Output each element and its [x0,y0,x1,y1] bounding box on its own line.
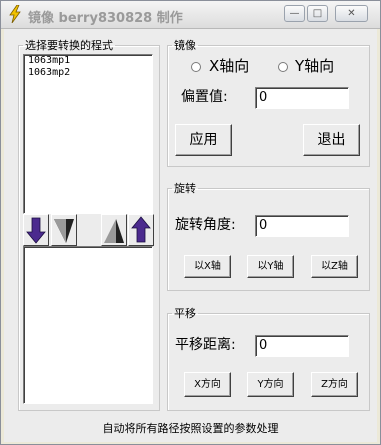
window-title: 镜像 berry830828 制作 [28,11,183,26]
maximize-button[interactable]: □ [307,5,328,22]
arrow-up-icon [131,216,151,243]
client-area: 选择要转换的程式 1063mp1 1063mp2 镜像 X轴向 Y轴向 偏置值:… [4,29,377,442]
translate-distance-input[interactable]: 0 [255,335,349,357]
radio-x-axis[interactable] [191,62,201,72]
arrow-down-icon [26,217,46,244]
app-window: 镜像 berry830828 制作 — □ ✕ 选择要转换的程式 1063mp1… [0,0,381,445]
rotate-x-button[interactable]: 以X轴 [184,255,231,278]
program-list-label: 选择要转换的程式 [25,39,113,52]
lightning-icon [9,5,21,23]
selected-program-list[interactable] [23,246,153,404]
translate-z-button[interactable]: Z方向 [311,372,358,397]
rotate-title: 旋转 [174,182,196,195]
close-button[interactable]: ✕ [335,5,368,22]
translate-x-button[interactable]: X方向 [184,372,231,397]
translate-distance-label: 平移距离: [175,337,236,353]
list-item[interactable]: 1063mp2 [24,67,152,79]
translate-title: 平移 [174,307,196,320]
rotate-y-button[interactable]: 以Y轴 [247,255,294,278]
offset-input[interactable]: 0 [255,87,349,109]
rotate-angle-input[interactable]: 0 [255,215,349,237]
radio-y-label: Y轴向 [295,57,335,75]
move-right-button[interactable] [101,214,127,246]
mirror-title: 镜像 [174,39,196,52]
translate-y-button[interactable]: Y方向 [247,372,294,397]
title-bar[interactable]: 镜像 berry830828 制作 — □ ✕ [1,1,380,29]
move-up-button[interactable] [128,214,154,246]
triangle-right-icon [104,219,124,243]
radio-x-label: X轴向 [209,57,250,75]
offset-label: 偏置值: [181,89,228,105]
rotate-angle-label: 旋转角度: [175,217,236,233]
exit-button[interactable]: 退出 [303,124,360,156]
triangle-left-icon [54,219,74,243]
apply-button[interactable]: 应用 [175,124,232,156]
move-left-button[interactable] [51,214,77,246]
program-list[interactable]: 1063mp1 1063mp2 [23,54,153,214]
move-down-button[interactable] [23,214,49,246]
radio-y-axis[interactable] [278,62,288,72]
rotate-z-button[interactable]: 以Z轴 [311,255,358,278]
minimize-button[interactable]: — [284,5,305,22]
status-text: 自动将所有路径按照设置的参数处理 [102,422,279,435]
list-item[interactable]: 1063mp1 [24,55,152,67]
